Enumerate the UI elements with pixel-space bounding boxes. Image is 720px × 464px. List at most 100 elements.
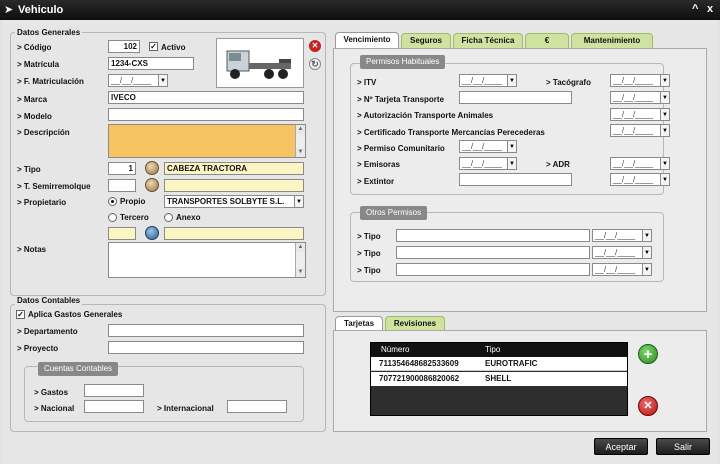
autorizacion-animales-value: __/__/____ (613, 110, 654, 119)
tipo-lookup-icon[interactable] (145, 161, 159, 175)
otro-permiso-value: __/__/____ (595, 231, 636, 240)
semirremolque-name-field[interactable] (164, 179, 304, 192)
datos-generales-legend: Datos Generales (15, 28, 83, 37)
nacional-field[interactable] (84, 400, 144, 413)
chevron-down-icon[interactable]: ▼ (642, 229, 652, 242)
tacografo-label: > Tacógrafo (546, 78, 591, 87)
tarjeta-transporte-date[interactable]: __/__/____ ▼ (610, 91, 670, 104)
descripcion-label: > Descripción (17, 128, 70, 137)
extintor-field[interactable] (459, 173, 572, 186)
table-row[interactable]: 711354648682533609 EUROTRAFIC (371, 357, 627, 371)
matricula-field[interactable]: 1234-CXS (108, 57, 194, 70)
tab-euro[interactable]: € (525, 33, 569, 48)
extintor-date[interactable]: __/__/____ ▼ (610, 173, 670, 186)
extintor-label: > Extintor (357, 177, 395, 186)
propietario-select[interactable]: TRANSPORTES SOLBYTE S.L. ▼ (164, 195, 304, 208)
tercero-code-field[interactable] (108, 227, 136, 240)
chevron-down-icon[interactable]: ▼ (660, 91, 670, 104)
tab-ficha-tecnica[interactable]: Ficha Técnica (453, 33, 523, 48)
delete-icon[interactable]: ✕ (638, 396, 658, 416)
autorizacion-animales-date[interactable]: __/__/____ ▼ (610, 108, 670, 121)
f-matriculacion-date[interactable]: __/__/____ ▼ (108, 74, 168, 87)
chevron-down-icon[interactable]: ▼ (660, 124, 670, 137)
modelo-field[interactable] (108, 108, 304, 121)
app-icon: ➤ (4, 4, 14, 16)
autorizacion-animales-label: > Autorización Transporte Animales (357, 111, 494, 120)
otro-permiso-date[interactable]: __/__/____ ▼ (592, 263, 652, 276)
tipo-code-field[interactable]: 1 (108, 162, 136, 175)
f-matriculacion-label: > F. Matriculación (17, 77, 84, 86)
delete-photo-icon[interactable]: ✕ (309, 40, 321, 52)
departamento-field[interactable] (108, 324, 304, 337)
notas-scrollbar[interactable]: ▲ ▼ (295, 243, 305, 277)
salir-button[interactable]: Salir (656, 438, 710, 455)
aceptar-button[interactable]: Aceptar (594, 438, 648, 455)
proyecto-field[interactable] (108, 341, 304, 354)
tercero-name-field[interactable] (164, 227, 304, 240)
tab-tarjetas[interactable]: Tarjetas (335, 316, 383, 331)
propio-radio[interactable] (108, 197, 117, 206)
marca-field[interactable]: IVECO (108, 91, 304, 104)
tab-vencimiento[interactable]: Vencimiento (335, 32, 399, 48)
tercero-radio[interactable] (108, 213, 117, 222)
mercancias-perecederas-date[interactable]: __/__/____ ▼ (610, 124, 670, 137)
add-icon[interactable]: + (638, 344, 658, 364)
tab-seguros[interactable]: Seguros (401, 33, 451, 48)
internacional-field[interactable] (227, 400, 287, 413)
chevron-down-icon[interactable]: ▼ (660, 108, 670, 121)
chevron-down-icon[interactable]: ▼ (642, 246, 652, 259)
chevron-down-icon[interactable]: ▼ (158, 74, 168, 87)
tacografo-date[interactable]: __/__/____ ▼ (610, 74, 670, 87)
vehicle-photo[interactable] (216, 38, 304, 88)
refresh-photo-icon[interactable]: ↻ (309, 58, 321, 70)
descripcion-textarea[interactable]: ▲ ▼ (108, 124, 306, 158)
otro-permiso-field[interactable] (396, 263, 590, 276)
chevron-down-icon[interactable]: ▼ (507, 74, 517, 87)
column-tipo[interactable]: Tipo (485, 345, 500, 354)
tab-mantenimiento[interactable]: Mantenimiento (571, 33, 653, 48)
adr-date[interactable]: __/__/____ ▼ (610, 157, 670, 170)
semirremolque-lookup-icon[interactable] (145, 178, 159, 192)
anexo-radio[interactable] (164, 213, 173, 222)
close-button[interactable]: x (707, 3, 713, 15)
nacional-label: > Nacional (34, 404, 75, 413)
emisoras-date[interactable]: __/__/____ ▼ (459, 157, 517, 170)
codigo-field[interactable]: 102 (108, 40, 140, 53)
otro-permiso-date[interactable]: __/__/____ ▼ (592, 229, 652, 242)
minimize-button[interactable]: ^ (692, 3, 698, 15)
otro-permiso-field[interactable] (396, 229, 590, 242)
aplica-gastos-checkbox[interactable]: ✓ (16, 310, 25, 319)
codigo-label: > Código (17, 43, 52, 52)
anexo-label: Anexo (176, 213, 201, 222)
chevron-down-icon[interactable]: ▼ (660, 74, 670, 87)
chevron-down-icon[interactable]: ▼ (660, 157, 670, 170)
adr-label: > ADR (546, 160, 570, 169)
permiso-comunitario-date[interactable]: __/__/____ ▼ (459, 140, 517, 153)
chevron-down-icon[interactable]: ▼ (294, 196, 303, 207)
chevron-down-icon[interactable]: ▼ (507, 157, 517, 170)
otro-permiso-field[interactable] (396, 246, 590, 259)
activo-checkbox[interactable]: ✓ (149, 42, 158, 51)
tipo-name-field[interactable]: CABEZA TRACTORA (164, 162, 304, 175)
column-numero[interactable]: Número (381, 345, 409, 354)
tarjeta-transporte-value: __/__/____ (613, 93, 654, 102)
emisoras-value: __/__/____ (462, 159, 503, 168)
permisos-habituales-label: Permisos Habituales (360, 55, 446, 69)
semirremolque-code-field[interactable] (108, 179, 136, 192)
chevron-down-icon[interactable]: ▼ (642, 263, 652, 276)
tarjetas-table[interactable]: Número Tipo 711354648682533609 EUROTRAFI… (370, 342, 628, 416)
descripcion-scrollbar[interactable]: ▲ ▼ (295, 125, 305, 157)
gastos-field[interactable] (84, 384, 144, 397)
table-header: Número Tipo (371, 343, 627, 357)
chevron-down-icon[interactable]: ▼ (660, 173, 670, 186)
table-row[interactable]: 707721900086820062 SHELL (371, 372, 627, 386)
tab-revisiones[interactable]: Revisiones (385, 316, 445, 331)
itv-date[interactable]: __/__/____ ▼ (459, 74, 517, 87)
otro-tipo-label: > Tipo (357, 249, 381, 258)
cell-tipo: SHELL (485, 374, 512, 383)
chevron-down-icon[interactable]: ▼ (507, 140, 517, 153)
notas-textarea[interactable]: ▲ ▼ (108, 242, 306, 278)
globe-icon[interactable] (145, 226, 159, 240)
otro-permiso-date[interactable]: __/__/____ ▼ (592, 246, 652, 259)
tarjeta-transporte-field[interactable] (459, 91, 572, 104)
